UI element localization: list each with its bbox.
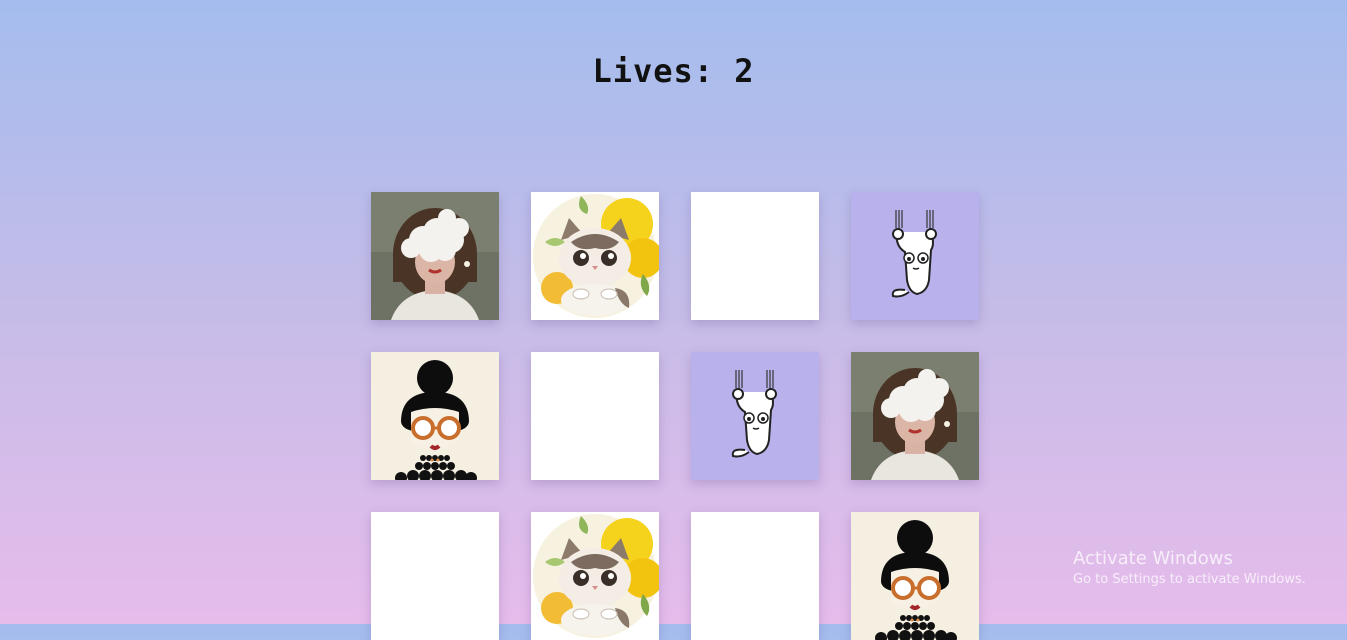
card-woman-cloud-face[interactable] — [371, 192, 499, 320]
card-cat-yellow-flowers[interactable] — [531, 192, 659, 320]
watermark-subtitle: Go to Settings to activate Windows. — [1073, 572, 1306, 587]
card-cat-yellow-flowers[interactable] — [531, 512, 659, 640]
cat-yellow-flowers-image — [531, 192, 659, 320]
woman-cloud-face-image — [371, 192, 499, 320]
card-face-down[interactable] — [371, 512, 499, 640]
windows-activation-watermark: Activate Windows Go to Settings to activ… — [1073, 548, 1306, 590]
card-woman-bun-sunglasses[interactable] — [851, 512, 979, 640]
cat-hanging-claws-image — [691, 352, 819, 480]
card-cat-hanging-claws[interactable] — [851, 192, 979, 320]
woman-cloud-face-image — [851, 352, 979, 480]
cat-hanging-claws-image — [851, 192, 979, 320]
watermark-title: Activate Windows — [1073, 548, 1233, 569]
card-cat-hanging-claws[interactable] — [691, 352, 819, 480]
woman-bun-sunglasses-image — [851, 512, 979, 640]
card-face-down[interactable] — [531, 352, 659, 480]
card-face-down[interactable] — [691, 512, 819, 640]
card-face-down[interactable] — [691, 192, 819, 320]
card-woman-cloud-face[interactable] — [851, 352, 979, 480]
lives-counter: Lives: 2 — [592, 52, 755, 90]
cat-yellow-flowers-image — [531, 512, 659, 640]
woman-bun-sunglasses-image — [371, 352, 499, 480]
card-woman-bun-sunglasses[interactable] — [371, 352, 499, 480]
